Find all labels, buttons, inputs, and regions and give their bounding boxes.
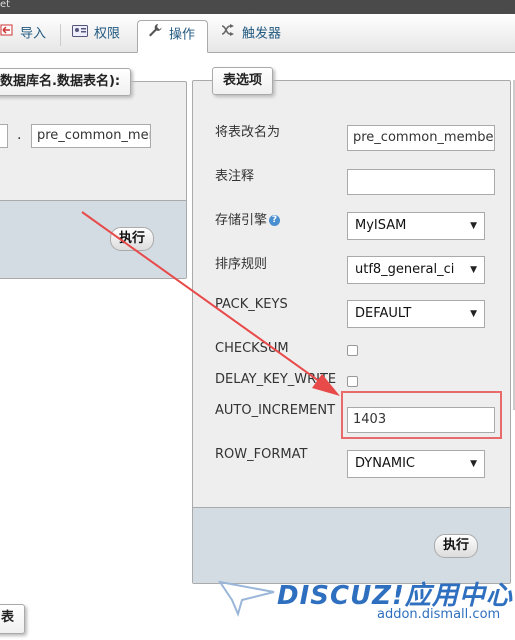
watermark-url: addon.dismall.com (377, 607, 501, 622)
watermark-logo-icon (218, 580, 275, 617)
annotation-arrow (81, 211, 340, 396)
